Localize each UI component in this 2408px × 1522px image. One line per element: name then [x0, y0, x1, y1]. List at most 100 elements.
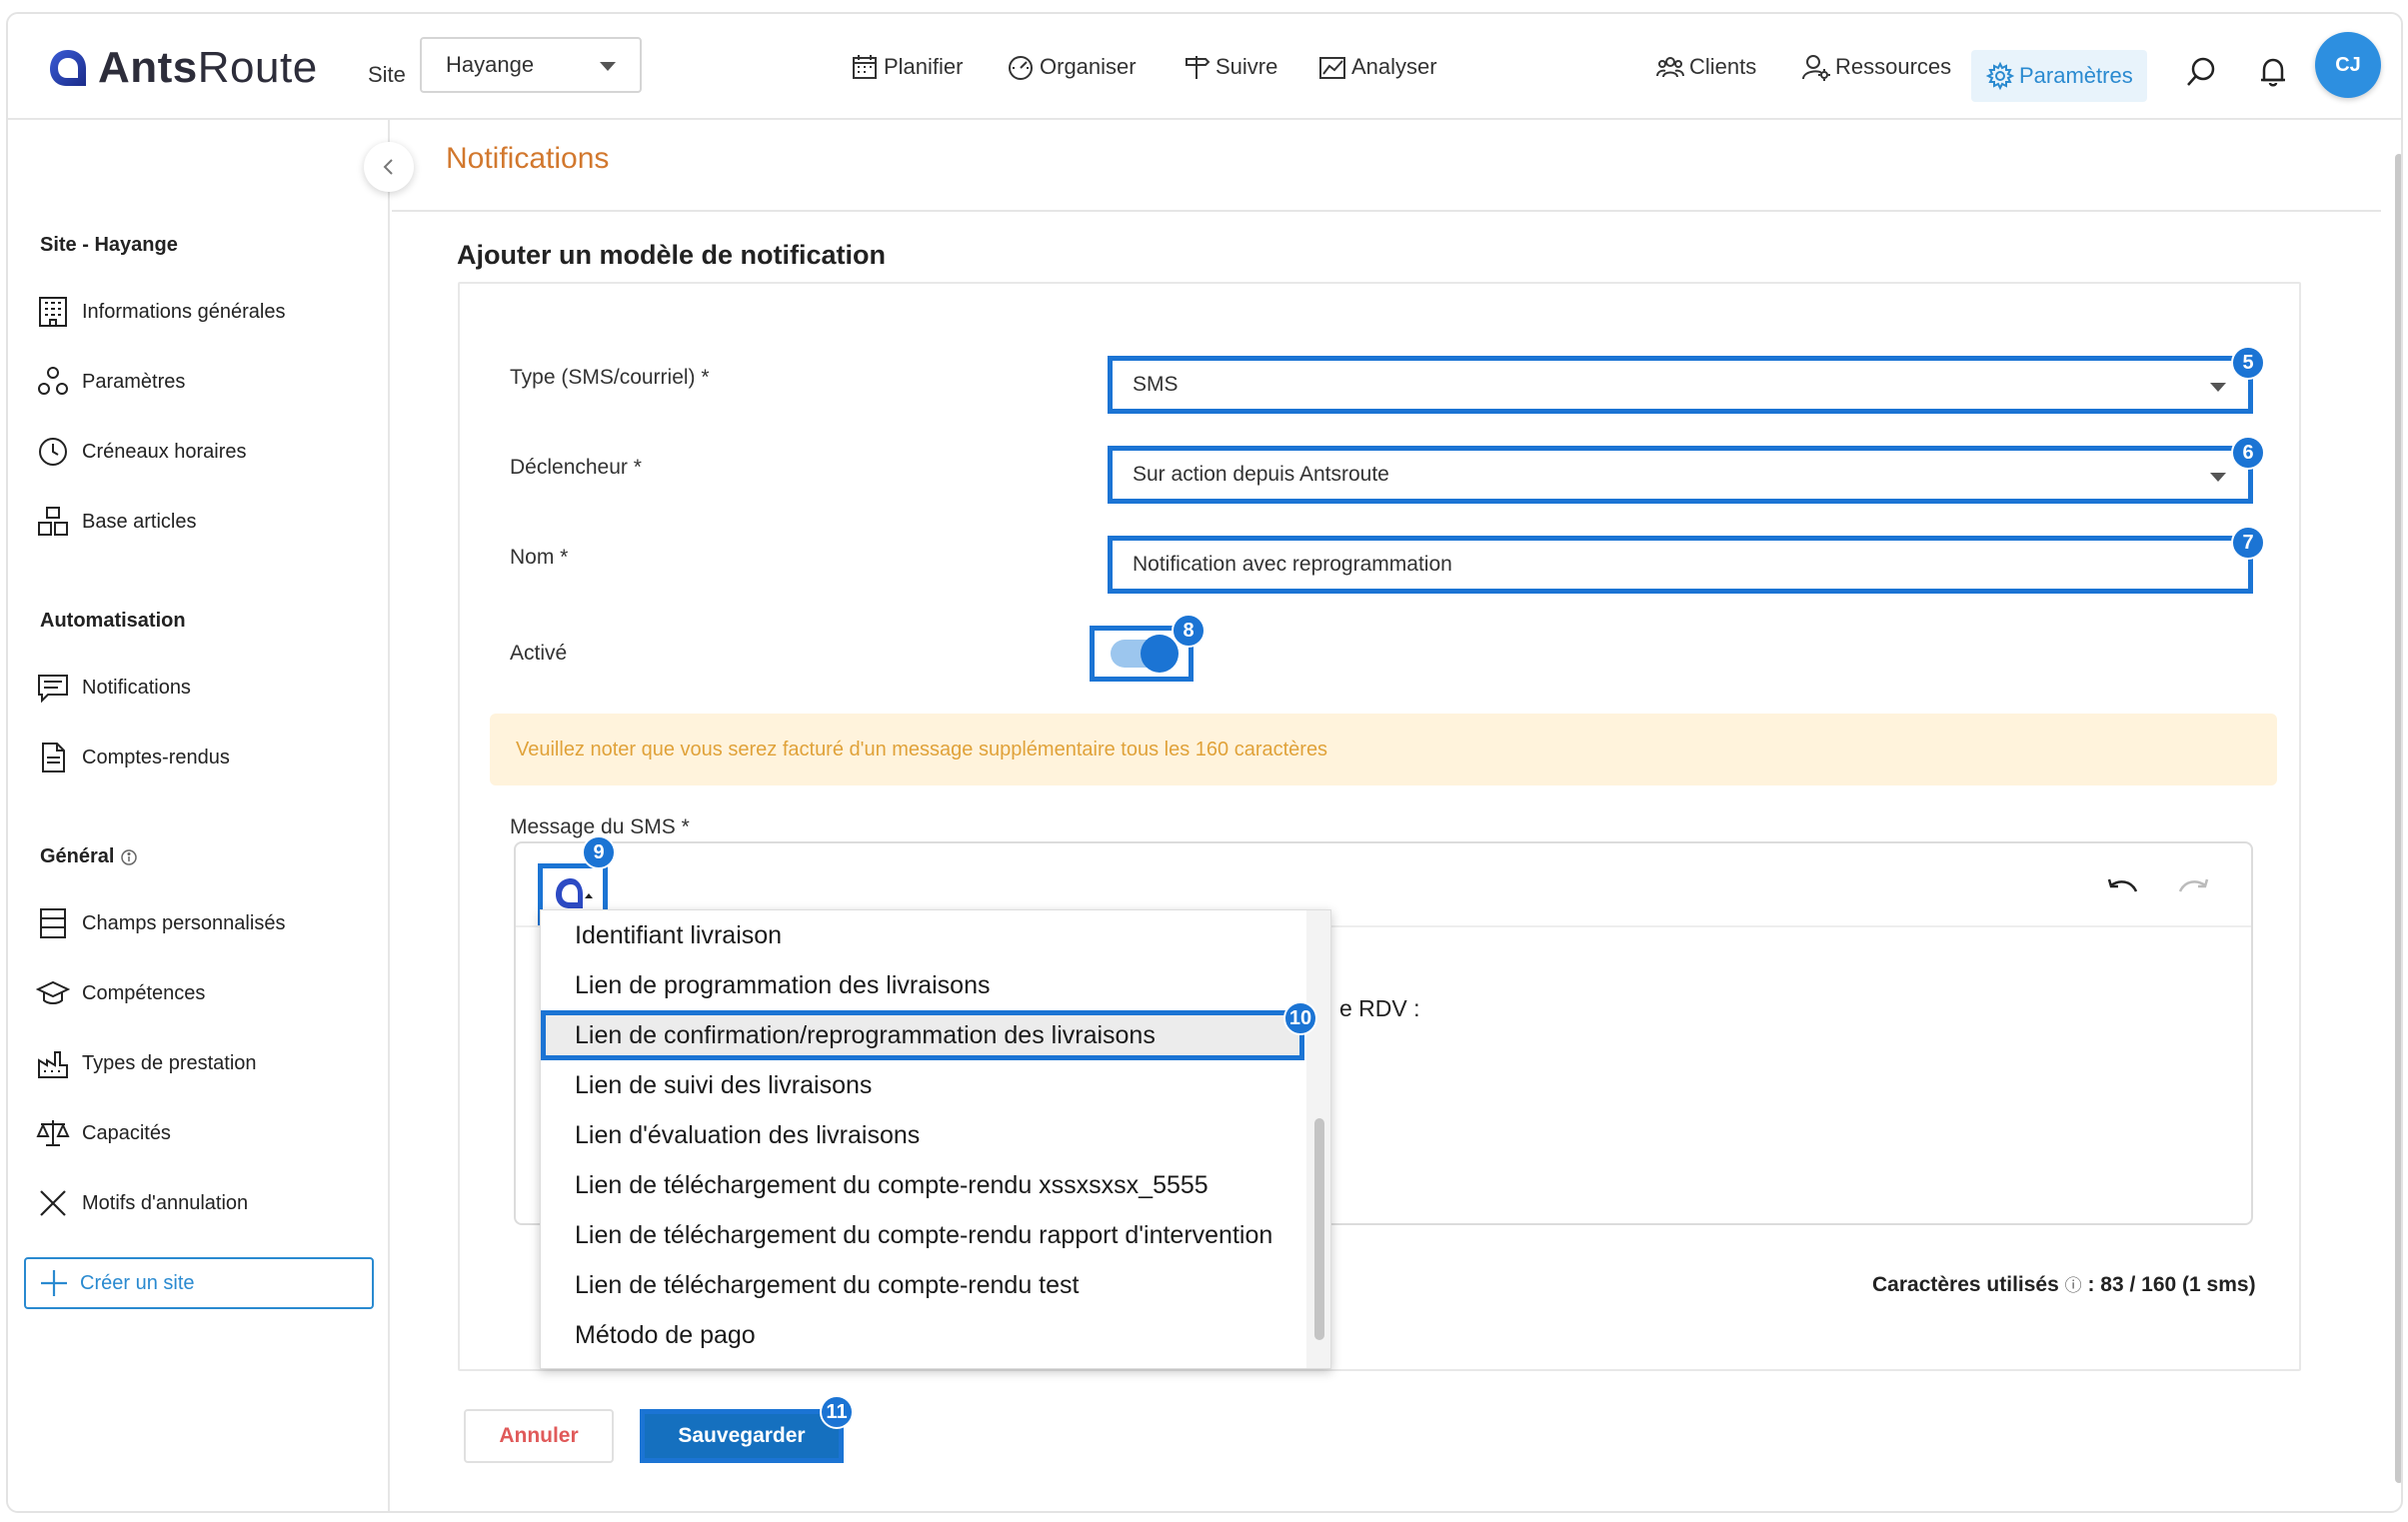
sidebar-item-label: Comptes-rendus [82, 746, 230, 768]
nav-suivre[interactable]: Suivre [1182, 44, 1277, 90]
sidebar-item-motifs-annulation[interactable]: Motifs d'annulation [36, 1181, 248, 1225]
boxes-icon [38, 507, 68, 536]
dropdown-scrollbar[interactable] [1306, 910, 1330, 1368]
graduation-cap-icon [36, 980, 70, 1004]
sidebar-item-label: Base articles [82, 510, 197, 533]
factory-icon [38, 1051, 68, 1078]
x-icon [40, 1190, 66, 1216]
site-label: Site [368, 62, 406, 87]
chevron-left-icon [383, 159, 393, 175]
name-input[interactable]: Notification avec reprogrammation [1108, 536, 2253, 594]
sidebar-heading-site: Site - Hayange [40, 234, 178, 256]
info-icon [121, 848, 138, 865]
type-label: Type (SMS/courriel) * [510, 366, 710, 389]
form-title: Ajouter un modèle de notification [457, 240, 887, 270]
dropdown-option[interactable]: Lien de téléchargement du compte-rendu r… [541, 1210, 1304, 1260]
site-select[interactable]: Hayange [420, 37, 642, 93]
sidebar-item-creneaux-horaires[interactable]: Créneaux horaires [36, 430, 247, 474]
cancel-button[interactable]: Annuler [464, 1409, 614, 1463]
type-select[interactable]: SMS [1108, 356, 2253, 414]
variable-dropdown: Identifiant livraison Lien de programmat… [540, 909, 1331, 1369]
dropdown-option[interactable]: Método de pago [541, 1310, 1304, 1360]
sidebar-heading-general: Général [40, 845, 138, 868]
dropdown-scrollbar-thumb[interactable] [1314, 1118, 1324, 1340]
nav-organiser[interactable]: Organiser [1006, 44, 1137, 90]
sidebar-item-label: Champs personnalisés [82, 911, 286, 934]
page-scrollbar[interactable] [2393, 154, 2401, 1505]
sidebar-heading-automatisation: Automatisation [40, 610, 186, 632]
user-gear-icon [1802, 55, 1830, 81]
save-button[interactable]: Sauvegarder [640, 1409, 844, 1463]
building-icon [39, 297, 67, 327]
antsroute-logo[interactable]: AntsRoute [46, 38, 318, 98]
redo-icon[interactable] [2175, 875, 2211, 903]
caret-down-icon [2210, 383, 2226, 392]
step-badge-5: 5 [2231, 346, 2265, 380]
nav-parametres[interactable]: Paramètres [1971, 50, 2147, 102]
dropdown-option[interactable]: Lien de téléchargement du compte-rendu x… [541, 1160, 1304, 1210]
step-badge-10: 10 [1283, 1001, 1317, 1035]
chart-icon [1319, 57, 1345, 79]
sidebar-item-base-articles[interactable]: Base articles [36, 500, 197, 544]
dropdown-option[interactable]: Lien de téléchargement du compte-rendu t… [541, 1260, 1304, 1310]
name-input-value: Notification avec reprogrammation [1133, 553, 1452, 576]
dropdown-option[interactable]: Lien d'évaluation des livraisons [541, 1110, 1304, 1160]
sidebar-item-label: Compétences [82, 981, 206, 1004]
toggle-track [1111, 635, 1179, 673]
nav-planifier[interactable]: Planifier [850, 44, 963, 90]
sidebar-item-parametres[interactable]: Paramètres [36, 360, 185, 404]
character-count-label: Caractères utilisés [1872, 1273, 2059, 1296]
step-badge-11: 11 [820, 1395, 854, 1429]
search-icon[interactable] [2183, 54, 2219, 90]
sidebar-item-label: Créneaux horaires [82, 440, 247, 463]
sidebar-item-label: Motifs d'annulation [82, 1191, 249, 1214]
create-site-label: Créer un site [80, 1271, 195, 1294]
users-icon [1656, 57, 1684, 78]
settings-nodes-icon [38, 367, 68, 395]
message-icon [38, 675, 68, 704]
sidebar-item-champs-personnalises[interactable]: Champs personnalisés [36, 901, 285, 945]
nav-clients[interactable]: Clients [1655, 44, 1756, 90]
active-label: Activé [510, 642, 568, 665]
sidebar-item-comptes-rendus[interactable]: Comptes-rendus [36, 736, 230, 779]
nav-label: Organiser [1040, 54, 1137, 79]
nav-label: Suivre [1215, 54, 1278, 79]
nav-analyser[interactable]: Analyser [1317, 44, 1437, 90]
sidebar-item-capacites[interactable]: Capacités [36, 1111, 171, 1155]
create-site-button[interactable]: Créer un site [24, 1257, 374, 1309]
nav-label: Clients [1689, 54, 1757, 79]
dropdown-option[interactable]: Lien de programmation des livraisons [541, 960, 1304, 1010]
sidebar-item-label: Notifications [82, 676, 191, 699]
step-badge-9: 9 [582, 835, 616, 869]
dropdown-option[interactable]: Lien de suivi des livraisons [541, 1060, 1304, 1110]
info-icon: ⓘ [2064, 1276, 2082, 1295]
sidebar-item-types-de-prestation[interactable]: Types de prestation [36, 1041, 257, 1085]
page-title: Notifications [446, 142, 610, 175]
nav-label: Ressources [1835, 54, 1952, 79]
plus-icon [41, 1270, 67, 1296]
sidebar-heading-general-label: Général [40, 845, 115, 867]
dropdown-option-highlighted[interactable]: Lien de confirmation/reprogrammation des… [541, 1010, 1304, 1060]
sidebar-item-competences[interactable]: Compétences [36, 971, 205, 1015]
undo-icon[interactable] [2105, 875, 2141, 903]
site-select-value: Hayange [446, 52, 535, 77]
dropdown-option[interactable]: Identifiant livraison [541, 910, 1304, 960]
toggle-knob [1141, 635, 1179, 673]
page-scrollbar-thumb[interactable] [2395, 154, 2401, 1483]
nav-label: Planifier [884, 54, 964, 79]
trigger-select[interactable]: Sur action depuis Antsroute [1108, 446, 2253, 504]
sidebar-item-notifications[interactable]: Notifications [36, 666, 191, 710]
caret-down-icon [2210, 473, 2226, 482]
avatar[interactable]: CJ [2315, 32, 2381, 98]
sidebar-item-label: Informations générales [82, 300, 286, 323]
editor-content: e RDV : [1339, 995, 1420, 1021]
sidebar-item-informations-generales[interactable]: Informations générales [36, 290, 285, 334]
nav-label: Paramètres [2019, 63, 2133, 88]
trigger-select-value: Sur action depuis Antsroute [1133, 463, 1389, 486]
character-count-value: : 83 / 160 (1 sms) [2087, 1273, 2256, 1296]
billing-notice: Veuillez noter que vous serez facturé d'… [490, 714, 2277, 785]
bell-icon[interactable] [2255, 54, 2291, 90]
clock-icon [39, 438, 67, 466]
nav-ressources[interactable]: Ressources [1801, 44, 1951, 90]
sidebar-collapse-button[interactable] [364, 142, 414, 192]
